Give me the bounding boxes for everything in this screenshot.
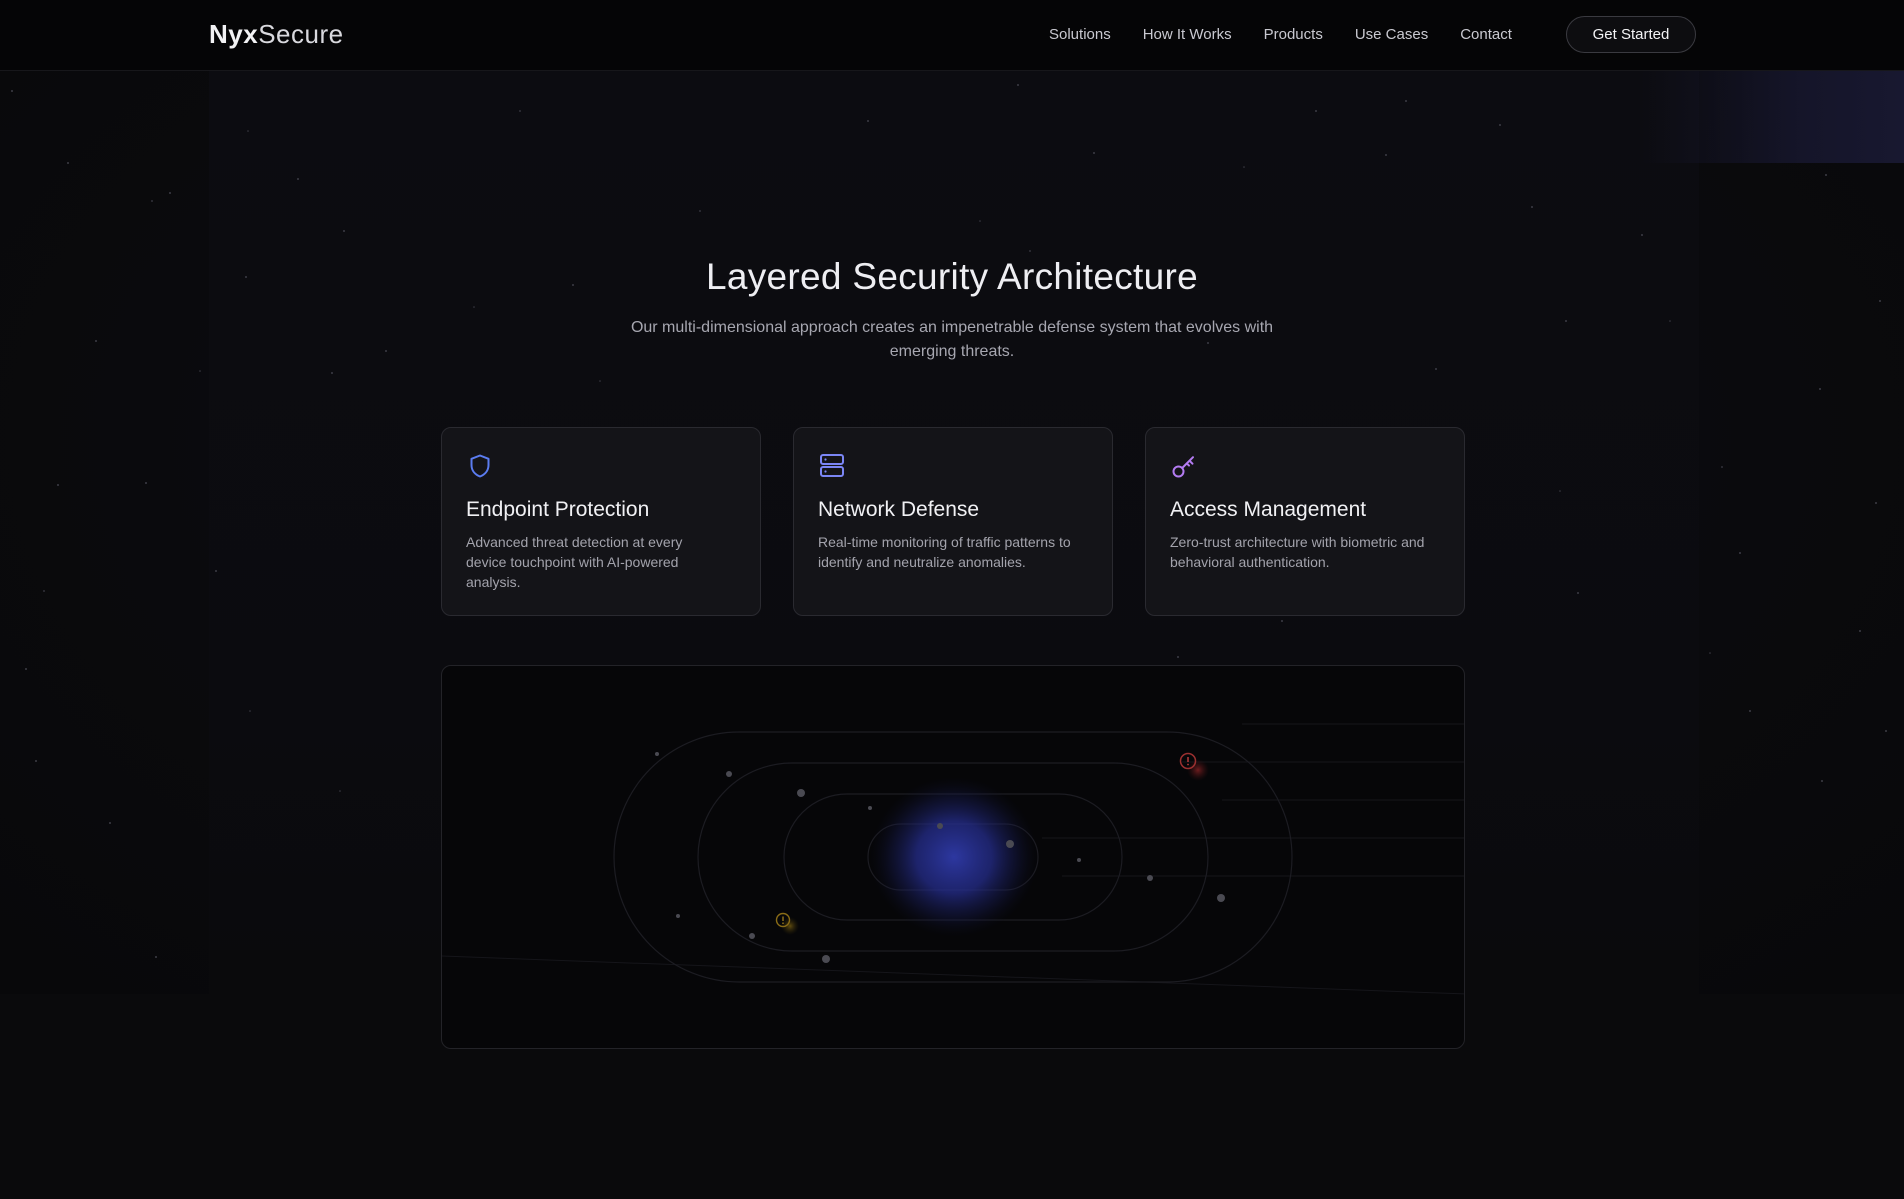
card-description: Real-time monitoring of traffic patterns…	[818, 534, 1071, 570]
section-subtitle: Our multi-dimensional approach creates a…	[630, 319, 1274, 360]
card-title: Network Defense	[818, 498, 980, 521]
card-title: Endpoint Protection	[466, 498, 650, 521]
card-description: Zero-trust architecture with biometric a…	[1170, 534, 1425, 570]
nav-link-solutions[interactable]: Solutions	[1049, 26, 1111, 43]
top-navigation-bar: NyxSecure Solutions How It Works Product…	[0, 0, 1904, 71]
feature-card-access-management[interactable]: Access Management Zero-trust architectur…	[1145, 427, 1465, 616]
nav-link-contact[interactable]: Contact	[1460, 26, 1512, 43]
brand-logo[interactable]: NyxSecure	[209, 19, 344, 50]
card-title: Access Management	[1170, 498, 1367, 521]
shield-icon	[470, 454, 490, 478]
key-icon	[1172, 456, 1194, 478]
brand-logo-bold: Nyx	[209, 19, 259, 49]
security-layers-visualization	[441, 665, 1465, 1049]
section-title: Layered Security Architecture	[706, 256, 1198, 297]
get-started-button[interactable]: Get Started	[1566, 16, 1696, 53]
feature-card-network-defense[interactable]: Network Defense Real-time monitoring of …	[793, 427, 1113, 616]
nav-link-how-it-works[interactable]: How It Works	[1143, 26, 1232, 43]
card-description: Advanced threat detection at every devic…	[466, 534, 683, 590]
nav-link-products[interactable]: Products	[1264, 26, 1323, 43]
threat-marker-high[interactable]	[1179, 752, 1210, 782]
layers-diagram	[442, 723, 1464, 995]
threat-marker-medium[interactable]	[775, 912, 800, 936]
main-nav: Solutions How It Works Products Use Case…	[1049, 26, 1544, 43]
page: NyxSecure Solutions How It Works Product…	[0, 0, 1904, 1199]
server-icon	[820, 454, 844, 477]
core-glow	[870, 777, 1038, 937]
brand-logo-light: Secure	[258, 19, 344, 49]
feature-card-endpoint-protection[interactable]: Endpoint Protection Advanced threat dete…	[441, 427, 761, 616]
nav-link-use-cases[interactable]: Use Cases	[1355, 26, 1428, 43]
